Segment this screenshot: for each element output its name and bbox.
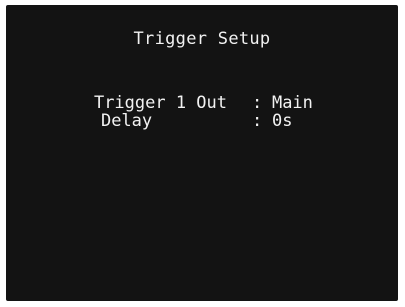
menu-row-separator: : (251, 111, 263, 131)
menu-row-label: Delay (100, 111, 153, 131)
menu-row-delay[interactable]: Delay:0s (60, 91, 292, 151)
menu-row-value[interactable]: 0s (272, 111, 292, 131)
menu-title: Trigger Setup (133, 29, 271, 49)
osd-menu-screen: Trigger Setup Trigger 1 Out: Main Delay:0… (6, 5, 398, 301)
